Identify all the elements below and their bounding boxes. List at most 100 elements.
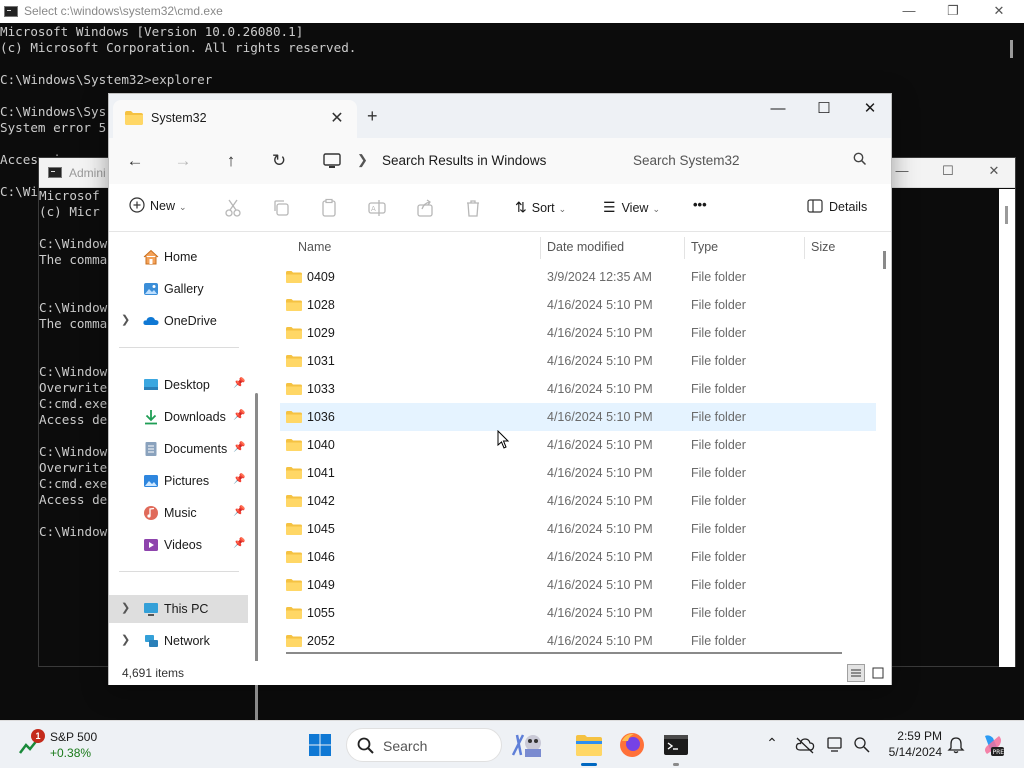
settings-sync-icon[interactable] [853, 736, 871, 754]
new-tab-button[interactable]: + [367, 106, 378, 127]
file-explorer-window[interactable]: System32 ✕ + — ☐ ✕ ← → ↑ ↻ ❯ Search Resu… [108, 93, 892, 755]
nav-item-this-pc[interactable]: ❯ This PC [109, 595, 248, 623]
nav-label-downloads: Downloads [164, 410, 226, 424]
delete-icon[interactable] [463, 198, 483, 218]
table-row[interactable]: 1041 4/16/2024 5:10 PM File folder [280, 459, 876, 487]
admin-scroll-track[interactable] [999, 189, 1015, 667]
nav-item-videos[interactable]: Videos 📌 [109, 531, 248, 559]
table-row[interactable]: 1036 4/16/2024 5:10 PM File folder [280, 403, 876, 431]
admin-scrollbar[interactable] [1005, 206, 1008, 224]
expand-chevron-icon[interactable]: ❯ [121, 633, 130, 646]
cloud-offline-icon[interactable] [795, 736, 815, 754]
details-view-button[interactable] [847, 664, 865, 682]
search-box[interactable]: Search System32 [617, 146, 879, 176]
filelist-horizontal-scrollbar[interactable] [286, 652, 842, 654]
chevron-right-icon[interactable]: ❯ [357, 152, 368, 168]
display-icon[interactable] [827, 736, 845, 754]
table-row[interactable]: 1033 4/16/2024 5:10 PM File folder [280, 375, 876, 403]
table-row[interactable]: 1049 4/16/2024 5:10 PM File folder [280, 571, 876, 599]
breadcrumb[interactable]: Search Results in Windows [382, 153, 546, 168]
system-clock[interactable]: 2:59 PM 5/14/2024 [872, 728, 942, 760]
nav-item-music[interactable]: Music 📌 [109, 499, 248, 527]
search-icon[interactable] [853, 152, 867, 166]
terminal-taskbar-icon[interactable] [660, 729, 692, 761]
admin-close-icon[interactable]: ✕ [971, 160, 1017, 183]
table-row[interactable]: 0409 3/9/2024 12:35 AM File folder [280, 263, 876, 291]
stock-widget[interactable]: 1 S&P 500 +0.38% [18, 729, 108, 761]
cmd-scrollbar[interactable] [1010, 40, 1013, 58]
table-row[interactable]: 1040 4/16/2024 5:10 PM File folder [280, 431, 876, 459]
nav-item-desktop[interactable]: Desktop 📌 [109, 371, 248, 399]
sort-button[interactable]: ⇅ Sort ⌄ [515, 199, 566, 216]
pin-icon[interactable]: 📌 [233, 538, 245, 549]
filelist-vertical-scrollbar[interactable] [883, 251, 886, 269]
table-row[interactable]: 1055 4/16/2024 5:10 PM File folder [280, 599, 876, 627]
restore-icon[interactable]: ❐ [930, 0, 976, 23]
nav-item-onedrive[interactable]: ❯ OneDrive [109, 307, 248, 335]
pin-icon[interactable]: 📌 [233, 474, 245, 485]
chevron-up-icon[interactable]: ⌃ [762, 735, 782, 752]
table-row[interactable]: 1031 4/16/2024 5:10 PM File folder [280, 347, 876, 375]
column-divider[interactable] [804, 237, 805, 259]
pin-icon[interactable]: 📌 [233, 506, 245, 517]
column-header-size[interactable]: Size [811, 240, 835, 254]
expand-chevron-icon[interactable]: ❯ [121, 313, 130, 326]
admin-restore-icon[interactable]: ☐ [925, 160, 971, 183]
back-arrow-icon[interactable]: ← [123, 149, 147, 173]
explorer-titlebar[interactable]: System32 ✕ + — ☐ ✕ [109, 94, 891, 138]
file-explorer-taskbar-icon[interactable] [573, 729, 605, 761]
windows-start-icon[interactable] [304, 729, 336, 761]
notification-bell-icon[interactable] [947, 736, 965, 754]
tab-system32[interactable]: System32 ✕ [113, 100, 357, 138]
expand-chevron-icon[interactable]: ❯ [121, 601, 130, 614]
file-name: 1042 [307, 494, 335, 508]
explorer-maximize-icon[interactable]: ☐ [801, 96, 847, 124]
close-icon[interactable]: ✕ [976, 0, 1022, 23]
share-icon[interactable] [415, 198, 435, 218]
explorer-close-icon[interactable]: ✕ [847, 96, 893, 124]
minimize-icon[interactable]: — [886, 0, 932, 23]
column-divider[interactable] [540, 237, 541, 259]
pin-icon[interactable]: 📌 [233, 442, 245, 453]
more-options-button[interactable]: ••• [693, 197, 707, 212]
paste-icon[interactable] [319, 198, 339, 218]
nav-item-downloads[interactable]: Downloads 📌 [109, 403, 248, 431]
address-bar[interactable]: ❯ Search Results in Windows [315, 146, 607, 176]
taskbar-search-box[interactable]: Search [346, 728, 541, 762]
tiles-view-button[interactable] [869, 664, 887, 682]
table-row[interactable]: 1046 4/16/2024 5:10 PM File folder [280, 543, 876, 571]
new-button[interactable]: New ⌄ [129, 197, 187, 213]
nav-item-documents[interactable]: Documents 📌 [109, 435, 248, 463]
nav-item-gallery[interactable]: Gallery [109, 275, 248, 303]
table-row[interactable]: 1045 4/16/2024 5:10 PM File folder [280, 515, 876, 543]
tab-close-icon[interactable]: ✕ [327, 108, 347, 128]
pin-icon[interactable]: 📌 [233, 378, 245, 389]
nav-item-pictures[interactable]: Pictures 📌 [109, 467, 248, 495]
refresh-icon[interactable]: ↻ [267, 149, 291, 173]
column-header-name[interactable]: Name [298, 240, 331, 254]
folder-icon [286, 355, 302, 367]
table-row[interactable]: 1028 4/16/2024 5:10 PM File folder [280, 291, 876, 319]
table-row[interactable]: 1042 4/16/2024 5:10 PM File folder [280, 487, 876, 515]
nav-item-network[interactable]: ❯ Network [109, 627, 248, 655]
cut-icon[interactable] [223, 198, 243, 218]
view-button[interactable]: ☰ View ⌄ [603, 199, 660, 216]
navpane-scrollbar[interactable] [255, 393, 258, 755]
up-arrow-icon[interactable]: ↑ [219, 149, 243, 173]
nav-item-home[interactable]: Home [109, 243, 248, 271]
column-header-date[interactable]: Date modified [547, 240, 624, 254]
details-button[interactable]: Details [807, 199, 867, 214]
cmd-titlebar[interactable]: Select c:\windows\system32\cmd.exe — ❐ ✕ [0, 0, 1024, 23]
explorer-minimize-icon[interactable]: — [755, 96, 801, 124]
file-name: 1045 [307, 522, 335, 536]
pin-icon[interactable]: 📌 [233, 410, 245, 421]
table-row[interactable]: 1029 4/16/2024 5:10 PM File folder [280, 319, 876, 347]
column-divider[interactable] [684, 237, 685, 259]
table-row[interactable]: 2052 4/16/2024 5:10 PM File folder [280, 627, 876, 655]
firefox-icon[interactable] [616, 729, 648, 761]
forward-arrow-icon[interactable]: → [171, 149, 195, 173]
copilot-icon[interactable]: PRE [979, 732, 1005, 758]
copy-icon[interactable] [271, 198, 291, 218]
rename-icon[interactable]: A [367, 198, 387, 218]
column-header-type[interactable]: Type [691, 240, 718, 254]
